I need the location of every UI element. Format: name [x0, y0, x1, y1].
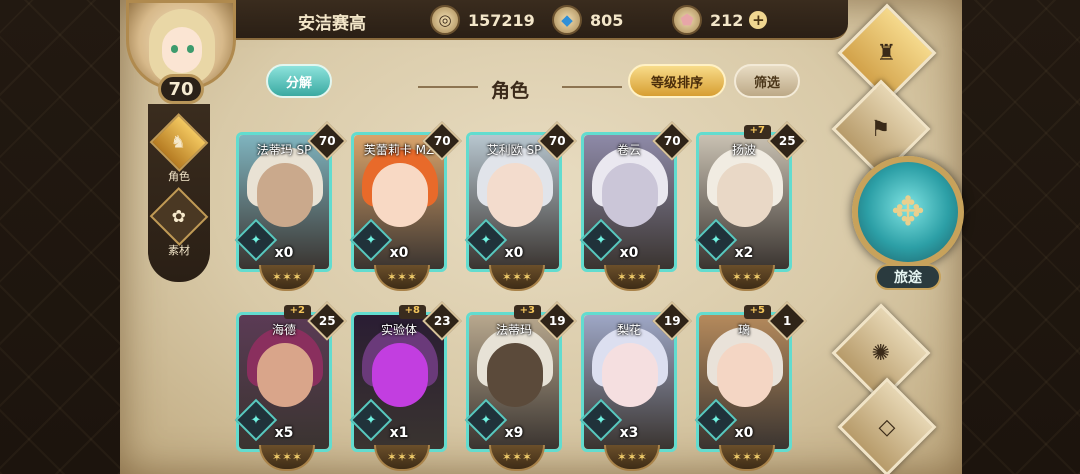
sort-by-level-button[interactable]: 等级排序 [628, 64, 726, 98]
material-beast-icon: ✿ [149, 187, 209, 246]
character-card[interactable]: 扬波 +7 25 ✦ x2 ✶✶✶ [694, 121, 807, 291]
character-card[interactable]: 艾利欧 SP 70 ✦ x0 ✶✶✶ [464, 121, 577, 291]
character-level: 25 [318, 313, 336, 328]
duplicate-count: x0 [389, 245, 409, 261]
currency-crystal: ◆ 805 [552, 5, 623, 35]
duplicate-count: x5 [274, 425, 294, 441]
enhance-bonus-badge: +3 [513, 305, 541, 319]
add-gem-button[interactable]: + [749, 11, 768, 29]
compass-crest-icon: ✥ [852, 156, 964, 268]
character-helmet-icon: ♞ [149, 113, 209, 172]
decompose-button[interactable]: 分解 [266, 64, 332, 98]
character-level: 19 [663, 313, 681, 328]
character-level: 70 [433, 133, 451, 148]
left-wall [0, 0, 120, 474]
nav-market[interactable]: ◇ 市集 [837, 377, 937, 474]
enhance-bonus-badge: +7 [743, 125, 771, 139]
character-card[interactable]: 法蒂玛 +3 19 ✦ x9 ✶✶✶ [464, 301, 577, 471]
tab-characters[interactable]: ♞ 角色 [149, 113, 209, 184]
enhance-bonus-badge: +5 [743, 305, 771, 319]
character-card[interactable]: 法蒂玛 SP 70 ✦ x0 ✶✶✶ [234, 121, 347, 291]
duplicate-count: x0 [504, 245, 524, 261]
gold-coin-icon: ◎ [430, 5, 460, 35]
gold-value: 157219 [468, 10, 535, 30]
page-title: 角色 [490, 80, 529, 102]
character-card[interactable]: 实验体 +8 23 ✦ x1 ✶✶✶ [349, 301, 462, 471]
nav-journey-label: 旅途 [875, 264, 941, 290]
filter-button[interactable]: 筛选 [734, 64, 800, 98]
character-card[interactable]: 芙蕾莉卡 MZ 70 ✦ x0 ✶✶✶ [349, 121, 462, 291]
duplicate-count: x9 [504, 425, 524, 441]
duplicate-count: x0 [619, 245, 639, 261]
pink-gem-icon: ⬟ [672, 5, 702, 35]
crystal-value: 805 [590, 10, 624, 30]
character-level: 70 [663, 133, 681, 148]
duplicate-count: x1 [389, 425, 409, 441]
character-level: 1 [782, 313, 792, 328]
enhance-bonus-badge: +2 [283, 305, 311, 319]
currency-gold: ◎ 157219 [430, 5, 535, 35]
duplicate-count: x3 [619, 425, 639, 441]
nav-soul-book[interactable]: ♜ 魂册 [837, 3, 937, 103]
player-level-badge: 70 [158, 74, 204, 104]
character-level: 25 [778, 133, 796, 148]
title-flourish-right [562, 86, 622, 88]
enhance-bonus-badge: +8 [398, 305, 426, 319]
character-level: 23 [433, 313, 451, 328]
player-name: 安洁赛高 [298, 14, 366, 34]
duplicate-count: x2 [734, 245, 754, 261]
character-card[interactable]: 海德 +2 25 ✦ x5 ✶✶✶ [234, 301, 347, 471]
nav-journey[interactable]: ✥ 旅途 [848, 156, 968, 306]
blue-crystal-icon: ◆ [552, 5, 582, 35]
duplicate-count: x0 [734, 425, 754, 441]
nav-soul-infuse[interactable]: ✺ 赋魂 [831, 303, 931, 403]
gem-value: 212 [710, 10, 744, 30]
tab-materials[interactable]: ✿ 素材 [149, 187, 209, 258]
character-card[interactable]: 卷云 70 ✦ x0 ✶✶✶ [579, 121, 692, 291]
right-wall [950, 0, 1080, 474]
duplicate-count: x0 [274, 245, 294, 261]
character-level: 70 [548, 133, 566, 148]
character-level: 70 [318, 133, 336, 148]
nav-guild[interactable]: ⚑ 公会 [831, 79, 931, 179]
character-level: 19 [548, 313, 566, 328]
currency-gem: ⬟ 212 + [672, 5, 768, 35]
character-card[interactable]: 璃 +5 1 ✦ x0 ✶✶✶ [694, 301, 807, 471]
character-card[interactable]: 梨花 19 ✦ x3 ✶✶✶ [579, 301, 692, 471]
